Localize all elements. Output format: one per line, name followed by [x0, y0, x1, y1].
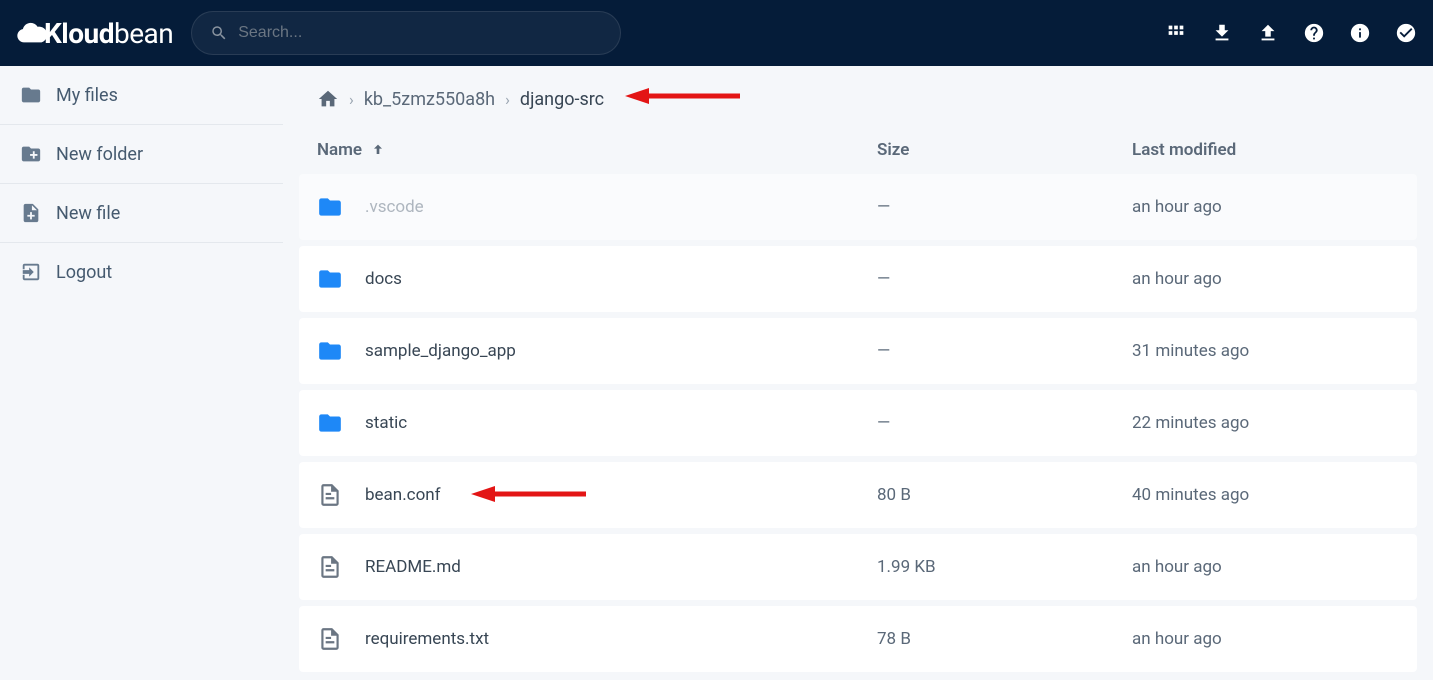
sidebar-item-label: Logout	[56, 262, 112, 283]
chevron-right-icon: ›	[505, 90, 510, 109]
breadcrumb-item[interactable]: kb_5zmz550a8h	[364, 89, 495, 110]
sort-asc-icon	[370, 142, 386, 158]
upload-icon[interactable]	[1257, 22, 1279, 44]
search-input[interactable]	[238, 24, 602, 42]
breadcrumb-item-current[interactable]: django-src	[520, 89, 604, 110]
table-row[interactable]: docs — an hour ago	[299, 246, 1417, 312]
check-circle-icon[interactable]	[1395, 22, 1417, 44]
file-size: —	[877, 413, 1132, 433]
grid-icon[interactable]	[1165, 22, 1187, 44]
sidebar-item-label: My files	[56, 85, 118, 106]
folder-icon	[317, 410, 343, 436]
folder-icon	[317, 338, 343, 364]
new-file-icon	[20, 202, 42, 224]
table-row[interactable]: sample_django_app — 31 minutes ago	[299, 318, 1417, 384]
table-row[interactable]: requirements.txt 78 B an hour ago	[299, 606, 1417, 672]
file-name: sample_django_app	[365, 341, 877, 361]
file-name: .vscode	[365, 197, 877, 217]
file-name: requirements.txt	[365, 629, 877, 649]
app-logo: Kloudbean	[16, 17, 173, 50]
search-box[interactable]	[191, 11, 621, 55]
file-name: bean.conf	[365, 485, 877, 505]
table-row[interactable]: static — 22 minutes ago	[299, 390, 1417, 456]
main-content: › kb_5zmz550a8h › django-src Name Size L…	[283, 66, 1433, 680]
file-modified: 40 minutes ago	[1132, 485, 1399, 505]
sidebar-item-new-folder[interactable]: New folder	[0, 125, 283, 184]
table-header: Name Size Last modified	[299, 126, 1417, 174]
home-icon[interactable]	[317, 88, 339, 110]
file-size: —	[877, 341, 1132, 361]
file-size: 78 B	[877, 629, 1132, 649]
folder-icon	[317, 194, 343, 220]
column-header-modified[interactable]: Last modified	[1132, 140, 1399, 160]
file-modified: an hour ago	[1132, 629, 1399, 649]
column-header-size[interactable]: Size	[877, 140, 1132, 160]
sidebar-item-label: New file	[56, 203, 120, 224]
sidebar: My files New folder New file Logout	[0, 66, 283, 680]
table-row[interactable]: .vscode — an hour ago	[299, 174, 1417, 240]
sidebar-item-my-files[interactable]: My files	[0, 66, 283, 125]
new-folder-icon	[20, 143, 42, 165]
file-name: static	[365, 413, 877, 433]
chevron-right-icon: ›	[349, 90, 354, 109]
file-modified: an hour ago	[1132, 197, 1399, 217]
file-modified: an hour ago	[1132, 557, 1399, 577]
file-modified: an hour ago	[1132, 269, 1399, 289]
info-icon[interactable]	[1349, 22, 1371, 44]
file-name: docs	[365, 269, 877, 289]
sidebar-item-label: New folder	[56, 144, 143, 165]
file-modified: 22 minutes ago	[1132, 413, 1399, 433]
file-list: .vscode — an hour ago docs — an hour ago…	[299, 174, 1417, 672]
file-size: 80 B	[877, 485, 1132, 505]
file-name: README.md	[365, 557, 877, 577]
file-icon	[317, 554, 343, 580]
file-size: —	[877, 197, 1132, 217]
breadcrumb: › kb_5zmz550a8h › django-src	[299, 66, 1417, 126]
folder-icon	[317, 266, 343, 292]
logout-icon	[20, 261, 42, 283]
file-size: 1.99 KB	[877, 557, 1132, 577]
app-header: Kloudbean	[0, 0, 1433, 66]
sidebar-item-new-file[interactable]: New file	[0, 184, 283, 243]
table-row[interactable]: bean.conf 80 B 40 minutes ago	[299, 462, 1417, 528]
help-icon[interactable]	[1303, 22, 1325, 44]
table-row[interactable]: README.md 1.99 KB an hour ago	[299, 534, 1417, 600]
column-header-name[interactable]: Name	[317, 140, 877, 160]
sidebar-item-logout[interactable]: Logout	[0, 243, 283, 301]
file-icon	[317, 626, 343, 652]
file-size: —	[877, 269, 1132, 289]
download-icon[interactable]	[1211, 22, 1233, 44]
search-icon	[210, 24, 228, 42]
folder-icon	[20, 84, 42, 106]
file-icon	[317, 482, 343, 508]
header-toolbar	[1165, 22, 1417, 44]
file-modified: 31 minutes ago	[1132, 341, 1399, 361]
